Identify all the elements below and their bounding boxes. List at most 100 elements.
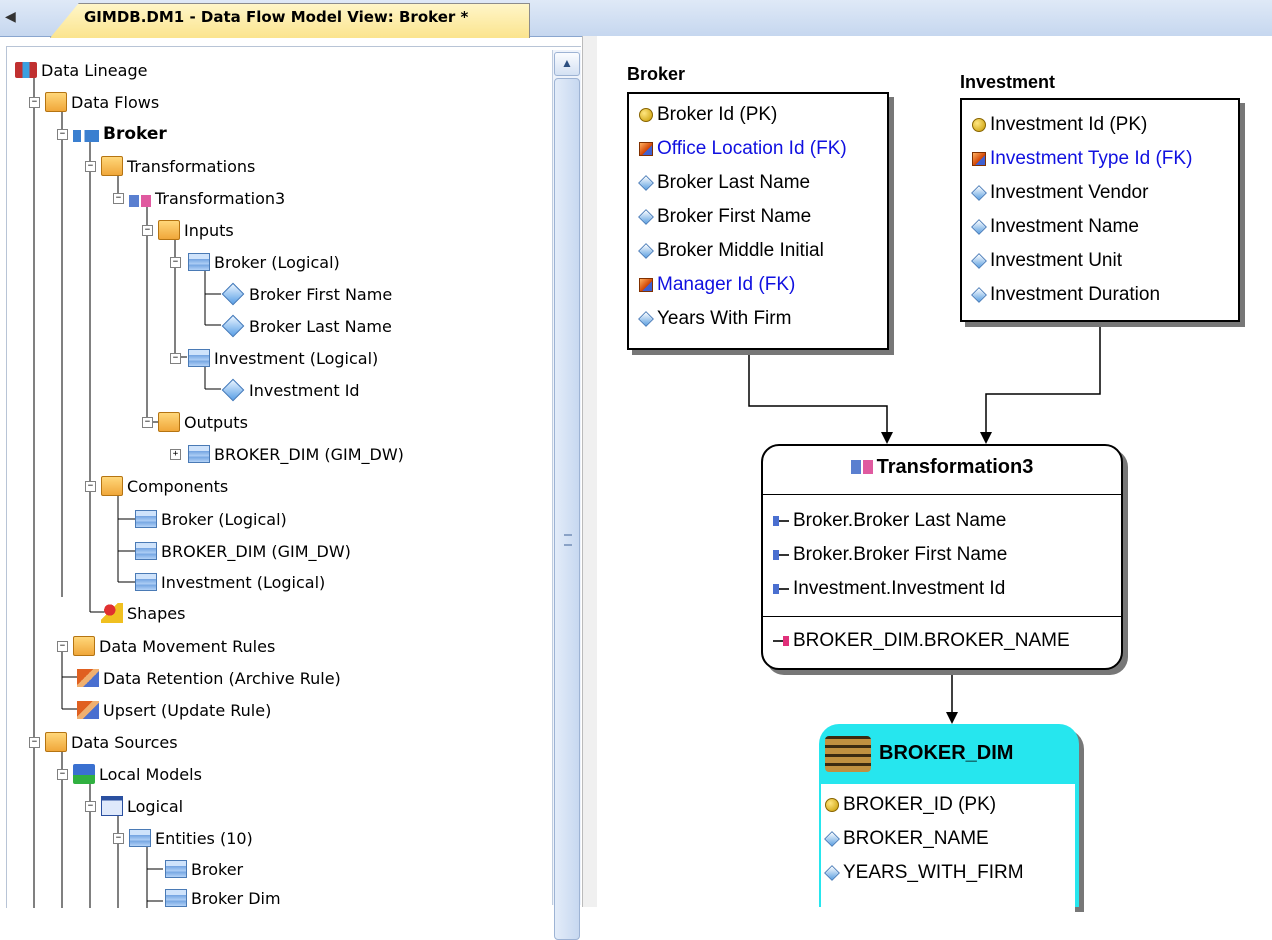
scroll-up-button[interactable]: ▲ [554, 52, 580, 76]
broker-attr-4[interactable]: Broker First Name [638, 204, 812, 230]
investment-attr-6[interactable]: Investment Duration [971, 282, 1160, 308]
tree-label: Investment (Logical) [161, 572, 326, 592]
entities-icon [129, 829, 151, 847]
attribute-icon [971, 185, 987, 201]
tree-label: Broker Dim [191, 888, 281, 908]
attribute-icon [221, 378, 245, 402]
tree-item-investment-logical[interactable]: Investment (Logical) [188, 345, 378, 371]
transformation-title-text: Transformation3 [876, 456, 1034, 478]
tree-item-transformation3[interactable]: Transformation3 [129, 185, 285, 211]
collapse-toggle[interactable]: − [142, 417, 153, 428]
tree-item-broker-dim-output[interactable]: BROKER_DIM (GIM_DW) [188, 441, 404, 467]
investment-entity-box[interactable]: Investment Id (PK) Investment Type Id (F… [960, 98, 1240, 322]
tree-item-broker-flow[interactable]: Broker [73, 121, 167, 147]
collapse-toggle[interactable]: − [85, 481, 96, 492]
collapse-toggle[interactable]: − [57, 769, 68, 780]
attr-text: Broker Id (PK) [657, 104, 778, 125]
local-models-icon [73, 764, 95, 784]
attribute-icon [221, 282, 245, 306]
tree-label: Investment (Logical) [214, 348, 379, 368]
attr-text: BROKER_ID (PK) [843, 794, 997, 815]
tree-label: Broker [103, 124, 167, 144]
collapse-toggle[interactable]: − [170, 353, 181, 364]
tree-item-component-broker[interactable]: Broker (Logical) [135, 506, 287, 532]
collapse-toggle[interactable]: − [113, 833, 124, 844]
tree-label: Broker (Logical) [214, 252, 340, 272]
diagram-canvas[interactable]: Broker Broker Id (PK) Office Location Id… [597, 36, 1272, 924]
tree-label: Investment Id [249, 380, 360, 400]
investment-attr-1[interactable]: Investment Id (PK) [972, 112, 1147, 138]
investment-attr-5[interactable]: Investment Unit [971, 248, 1122, 274]
broker-dim-attr-2[interactable]: BROKER_NAME [824, 826, 989, 852]
transformation-box[interactable]: Transformation3 Broker.Broker Last Name … [761, 444, 1123, 670]
tree-vertical-scrollbar[interactable]: ▲ [552, 50, 581, 940]
tree-item-entities[interactable]: Entities (10) [129, 825, 253, 851]
tree-label: Local Models [99, 764, 202, 784]
tree-item-data-movement-rules[interactable]: Data Movement Rules [73, 633, 275, 659]
collapse-toggle[interactable]: − [29, 737, 40, 748]
pane-splitter[interactable] [582, 36, 598, 907]
tree-item-upsert[interactable]: Upsert (Update Rule) [77, 697, 271, 723]
tree-item-broker-logical[interactable]: Broker (Logical) [188, 249, 340, 275]
broker-attr-3[interactable]: Broker Last Name [638, 170, 811, 196]
tree-item-data-sources[interactable]: Data Sources [45, 729, 178, 755]
collapse-toggle[interactable]: − [57, 129, 68, 140]
tab-scroll-left-icon[interactable]: ◀ [5, 8, 16, 25]
collapse-toggle[interactable]: − [85, 801, 96, 812]
table-icon [135, 510, 157, 528]
collapse-toggle[interactable]: − [85, 161, 96, 172]
tree-label: Broker Last Name [249, 316, 392, 336]
transformation-input-2[interactable]: Broker.Broker First Name [773, 542, 1007, 568]
investment-attr-2[interactable]: Investment Type Id (FK) [972, 146, 1192, 172]
broker-attr-7[interactable]: Years With Firm [638, 306, 791, 332]
tree-item-investment-id[interactable]: Investment Id [221, 377, 360, 403]
tree-item-entity-broker-dim[interactable]: Broker Dim [165, 888, 281, 908]
broker-attr-1[interactable]: Broker Id (PK) [639, 102, 777, 128]
scroll-thumb[interactable] [554, 78, 580, 940]
tree-label: Data Retention (Archive Rule) [103, 668, 341, 688]
tree-item-logical[interactable]: Logical [101, 793, 183, 819]
attr-text: BROKER_NAME [843, 828, 989, 849]
broker-attr-6[interactable]: Manager Id (FK) [639, 272, 795, 298]
broker-attr-5[interactable]: Broker Middle Initial [638, 238, 824, 264]
tree-item-data-retention[interactable]: Data Retention (Archive Rule) [77, 665, 341, 691]
broker-dim-body: BROKER_ID (PK) BROKER_NAME YEARS_WITH_FI… [821, 784, 1075, 924]
broker-dim-attr-1[interactable]: BROKER_ID (PK) [825, 792, 996, 818]
tree-item-outputs[interactable]: Outputs [158, 409, 248, 435]
tree-item-components[interactable]: Components [101, 473, 228, 499]
tab-title[interactable]: GIMDB.DM1 - Data Flow Model View: Broker… [84, 8, 468, 26]
tree-item-component-investment[interactable]: Investment (Logical) [135, 569, 325, 595]
tree-item-local-models[interactable]: Local Models [73, 761, 202, 787]
transformation-output-1[interactable]: BROKER_DIM.BROKER_NAME [773, 628, 1070, 654]
transformation-input-1[interactable]: Broker.Broker Last Name [773, 508, 1006, 534]
divider [763, 616, 1121, 617]
tree-item-shapes[interactable]: Shapes [101, 600, 185, 626]
collapse-toggle[interactable]: − [29, 97, 40, 108]
attribute-icon [638, 311, 654, 327]
tree-item-data-flows[interactable]: Data Flows [45, 89, 159, 115]
tree-item-data-lineage[interactable]: Data Lineage [15, 57, 147, 83]
attr-text: Broker Last Name [657, 172, 811, 193]
broker-attr-2[interactable]: Office Location Id (FK) [639, 136, 847, 162]
transformation-input-3[interactable]: Investment.Investment Id [773, 576, 1005, 602]
investment-attr-4[interactable]: Investment Name [971, 214, 1139, 240]
attribute-icon [638, 209, 654, 225]
expand-toggle[interactable]: + [170, 449, 181, 460]
tree-item-component-broker-dim[interactable]: BROKER_DIM (GIM_DW) [135, 538, 351, 564]
broker-dim-table-box[interactable]: BROKER_DIM BROKER_ID (PK) BROKER_NAME YE… [819, 724, 1079, 924]
broker-dim-attr-3[interactable]: YEARS_WITH_FIRM [824, 860, 1024, 886]
tree-label: Inputs [184, 220, 234, 240]
tree-item-inputs[interactable]: Inputs [158, 217, 234, 243]
tree-item-broker-last-name[interactable]: Broker Last Name [221, 313, 392, 339]
tree-label: Broker (Logical) [161, 509, 287, 529]
attr-text: Broker First Name [657, 206, 812, 227]
collapse-toggle[interactable]: − [142, 225, 153, 236]
collapse-toggle[interactable]: − [170, 257, 181, 268]
collapse-toggle[interactable]: − [113, 193, 124, 204]
tree-item-broker-first-name[interactable]: Broker First Name [221, 281, 392, 307]
broker-entity-box[interactable]: Broker Id (PK) Office Location Id (FK) B… [627, 92, 889, 350]
collapse-toggle[interactable]: − [57, 641, 68, 652]
tree-item-entity-broker[interactable]: Broker [165, 856, 243, 882]
investment-attr-3[interactable]: Investment Vendor [971, 180, 1148, 206]
tree-item-transformations[interactable]: Transformations [101, 153, 255, 179]
